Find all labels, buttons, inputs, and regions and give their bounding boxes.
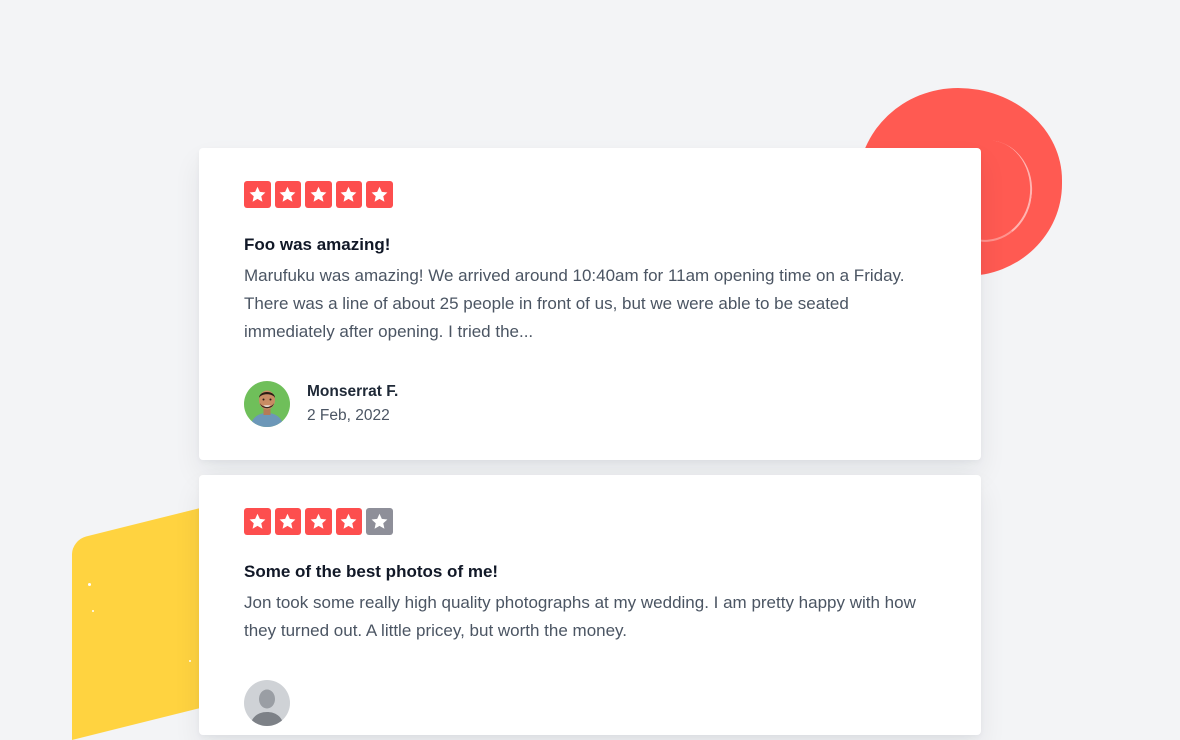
review-title: Foo was amazing!: [244, 235, 391, 254]
star-filled-icon: [366, 181, 393, 208]
user-avatar-photo-icon: [244, 381, 290, 427]
star-filled-icon: [335, 508, 362, 535]
review-date: 2 Feb, 2022: [307, 407, 390, 424]
star-filled-icon: [244, 508, 271, 535]
star-filled-icon: [274, 508, 301, 535]
user-avatar-photo-icon: [244, 680, 290, 726]
review-author: Monserrat F. 2 Feb, 2022: [244, 381, 936, 427]
star-filled-icon: [305, 508, 332, 535]
decorative-sparkle: [189, 660, 191, 662]
star-rating: [244, 181, 936, 208]
star-rating: [244, 508, 936, 535]
review-author: [244, 680, 936, 726]
review-body: Marufuku was amazing! We arrived around …: [244, 266, 905, 341]
author-meta: Monserrat F. 2 Feb, 2022: [307, 382, 398, 426]
star-filled-icon: [274, 181, 301, 208]
review-card: Foo was amazing! Marufuku was amazing! W…: [199, 148, 981, 460]
star-filled-icon: [335, 181, 362, 208]
decorative-sparkle: [92, 610, 94, 612]
author-name: Monserrat F.: [307, 383, 399, 400]
star-filled-icon: [305, 181, 332, 208]
review-body: Jon took some really high quality photog…: [244, 593, 916, 640]
review-title: Some of the best photos of me!: [244, 562, 499, 581]
star-filled-icon: [244, 181, 271, 208]
review-card: Some of the best photos of me! Jon took …: [199, 475, 981, 735]
decorative-sparkle: [88, 583, 91, 586]
star-empty-icon: [366, 508, 393, 535]
